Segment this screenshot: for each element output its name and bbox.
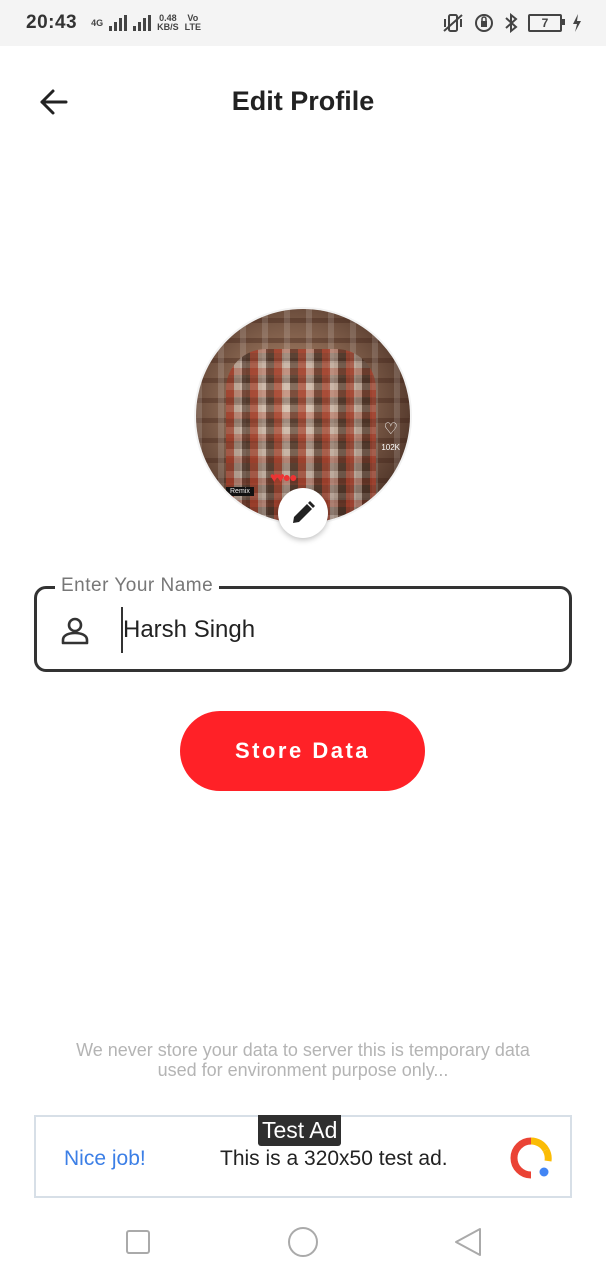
- square-icon: [126, 1230, 150, 1254]
- bluetooth-icon: [505, 13, 518, 33]
- name-field-label: Enter Your Name: [55, 575, 220, 597]
- home-button[interactable]: [283, 1222, 323, 1262]
- battery-icon: 7: [528, 14, 565, 32]
- signal-2-icon: [133, 15, 152, 31]
- app-header: Edit Profile: [0, 72, 606, 132]
- test-ad-badge: Test Ad: [258, 1115, 342, 1146]
- google-ads-icon: [510, 1137, 552, 1179]
- status-right-icons: 7: [442, 13, 582, 33]
- system-nav-bar: [0, 1200, 606, 1280]
- ad-body: This is a 320x50 test ad.: [220, 1147, 448, 1170]
- data-saver-icon: [475, 14, 493, 32]
- charging-icon: [573, 14, 581, 32]
- pencil-icon: [293, 501, 315, 523]
- ad-banner[interactable]: Test Ad Nice job! This is a 320x50 test …: [34, 1115, 572, 1198]
- volte-bottom: LTE: [184, 22, 201, 32]
- network-type: 4G: [91, 17, 104, 28]
- name-field[interactable]: Enter Your Name: [34, 575, 572, 672]
- status-left-icons: 4G 0.48 KB/S Vo LTE: [91, 14, 201, 32]
- vibrate-icon: [443, 14, 463, 32]
- nav-back-button[interactable]: [448, 1222, 488, 1262]
- avatar-overlay-emoji: ♥♥●●: [270, 469, 298, 485]
- disclaimer-line-2: used for environment purpose only...: [157, 1060, 449, 1080]
- person-icon: [61, 617, 89, 645]
- page-title: Edit Profile: [231, 86, 375, 116]
- avatar-overlay-count: 102K: [381, 443, 400, 452]
- name-input[interactable]: [121, 607, 541, 653]
- battery-level: 7: [541, 16, 549, 30]
- signal-1-icon: [109, 15, 128, 31]
- disclaimer-line-1: We never store your data to server this …: [76, 1040, 530, 1060]
- status-time: 20:43: [26, 12, 78, 33]
- store-data-button[interactable]: Store Data: [180, 711, 425, 791]
- avatar-overlay-tag: Remix: [226, 487, 254, 496]
- status-bar: 20:43 4G 0.48 KB/S Vo LTE 7: [0, 0, 606, 46]
- ad-headline[interactable]: Nice job!: [64, 1147, 146, 1171]
- heart-icon: ♡: [383, 421, 398, 438]
- volte-indicator: Vo LTE: [185, 14, 201, 32]
- recents-button[interactable]: [118, 1222, 158, 1262]
- network-speed: 0.48 KB/S: [157, 14, 179, 32]
- triangle-icon: [455, 1228, 481, 1256]
- disclaimer-text: We never store your data to server this …: [30, 1040, 576, 1080]
- circle-icon: [288, 1227, 318, 1257]
- edit-avatar-button[interactable]: [278, 488, 328, 538]
- speed-unit: KB/S: [157, 22, 179, 32]
